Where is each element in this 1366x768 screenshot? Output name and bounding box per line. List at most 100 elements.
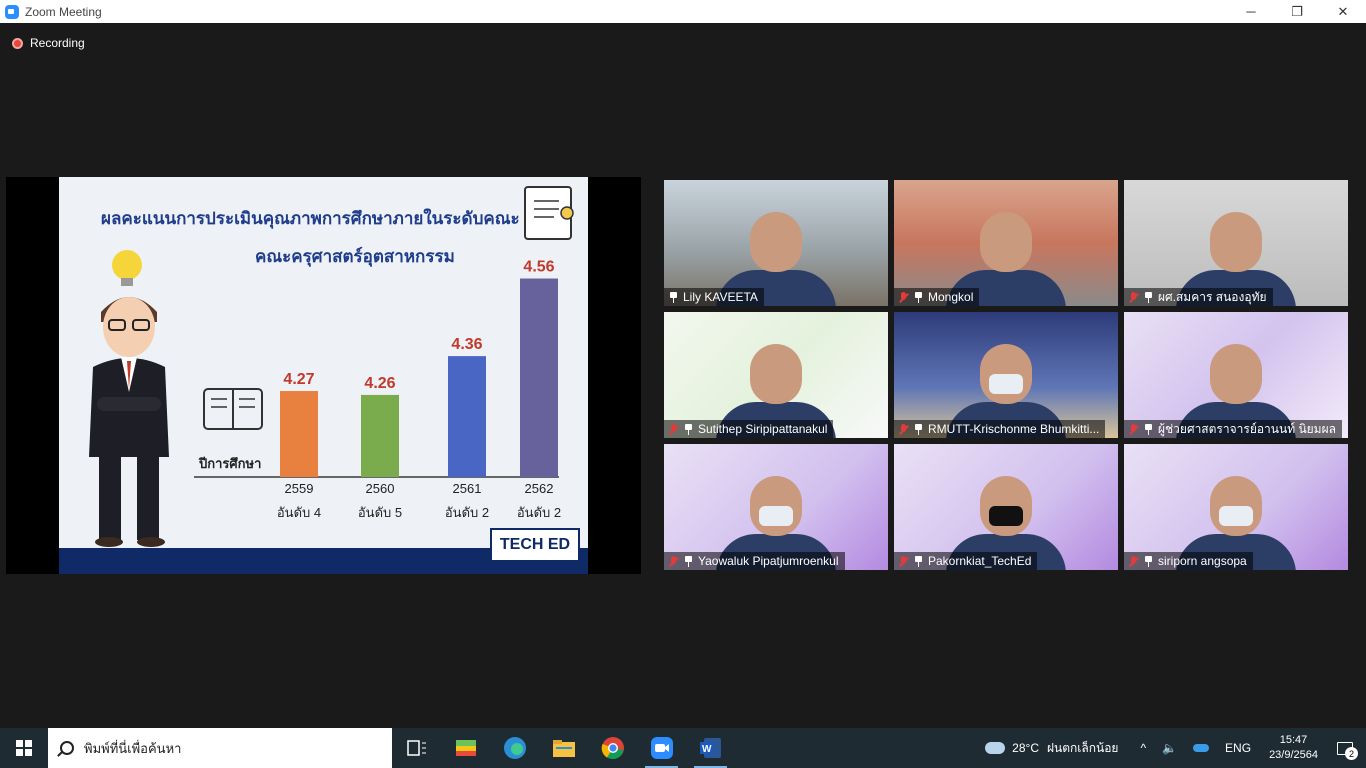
bar-value-label: 4.27: [283, 371, 314, 388]
category-tick-label: 2561: [453, 481, 482, 496]
pin-icon: [913, 423, 924, 435]
slide-title-line2: คณะครุศาสตร์อุตสาหกรรม: [255, 247, 455, 266]
clock-date: 23/9/2564: [1269, 749, 1318, 761]
onedrive-cloud-icon[interactable]: [1193, 744, 1210, 752]
participant-tile[interactable]: Mongkol: [894, 180, 1118, 306]
bar-value-label: 4.56: [523, 259, 554, 276]
bar-2560: [361, 394, 399, 477]
recording-icon: [12, 37, 23, 49]
minimize-button[interactable]: ─: [1228, 0, 1274, 23]
chevron-up-icon[interactable]: ^: [1140, 741, 1146, 755]
bar-2561: [448, 356, 486, 477]
pin-icon: [668, 291, 679, 303]
year-axis-label: ปีการศึกษา: [199, 456, 262, 471]
restore-button[interactable]: ❐: [1274, 0, 1320, 23]
participant-tile[interactable]: ผู้ช่วยศาสตราจารย์อานนท์ นิยมผล: [1124, 312, 1348, 438]
clock-time: 15:47: [1279, 734, 1308, 746]
zoom-icon: [650, 737, 673, 759]
recording-indicator[interactable]: Recording: [12, 36, 85, 50]
volume-icon[interactable]: 🔈: [1162, 741, 1177, 755]
windows-taskbar: พิมพ์ที่นี่เพื่อค้นหา W 28°C ฝนตกเล็กน้อ…: [0, 728, 1366, 768]
participant-name: Sutithep Siripipattanakul: [698, 422, 828, 436]
rank-label: อันดับ 5: [358, 505, 402, 520]
pin-icon: [913, 555, 924, 567]
participant-name: Yaowaluk Pipatjumroenkul: [698, 554, 839, 568]
chrome-icon: [601, 737, 624, 760]
muted-mic-icon: [898, 291, 909, 303]
windows-logo-icon: [16, 740, 32, 756]
window-controls: ─ ❐ ✕: [1228, 0, 1366, 23]
lightbulb-icon: [112, 250, 142, 280]
search-icon: [60, 741, 74, 755]
temperature[interactable]: 28°C: [1012, 741, 1039, 755]
title-bar: Zoom Meeting ─ ❐ ✕: [0, 0, 1366, 23]
participant-nameplate: ผศ.สมคาร สนองอุทัย: [1124, 288, 1273, 306]
muted-mic-icon: [1128, 291, 1139, 303]
language-indicator[interactable]: ENG: [1225, 741, 1251, 755]
participant-tile[interactable]: siriporn angsopa: [1124, 444, 1348, 570]
task-view-button[interactable]: [392, 728, 441, 768]
participant-tile[interactable]: Pakornkiat_TechEd: [894, 444, 1118, 570]
search-placeholder: พิมพ์ที่นี่เพื่อค้นหา: [84, 740, 182, 756]
category-tick-label: 2562: [525, 481, 554, 496]
close-button[interactable]: ✕: [1320, 0, 1366, 23]
rank-label: อันดับ 2: [517, 505, 561, 520]
participant-tile[interactable]: Yaowaluk Pipatjumroenkul: [664, 444, 888, 570]
participant-tile[interactable]: Sutithep Siripipattanakul: [664, 312, 888, 438]
muted-mic-icon: [898, 555, 909, 567]
file-explorer-button[interactable]: [539, 728, 588, 768]
zoom-app-icon: [5, 4, 19, 19]
pin-icon: [1143, 423, 1154, 435]
rank-label: อันดับ 4: [277, 505, 321, 520]
participant-nameplate: Lily KAVEETA: [664, 288, 764, 306]
shared-screen[interactable]: 4.27 2559 อันดับ 4 4.26 2560 อันดับ 5 4.36 2561…: [6, 177, 641, 574]
start-button[interactable]: [0, 728, 48, 768]
participant-name: ผู้ช่วยศาสตราจารย์อานนท์ นิยมผล: [1158, 421, 1336, 436]
weather-text[interactable]: ฝนตกเล็กน้อย: [1047, 739, 1118, 758]
bar-2562: [520, 278, 558, 477]
participant-name: Mongkol: [928, 290, 974, 304]
zoom-app-button[interactable]: [637, 728, 686, 768]
taskbar-apps: W: [392, 728, 735, 768]
bar-2559: [280, 391, 318, 477]
muted-mic-icon: [1128, 555, 1139, 567]
notification-badge: 2: [1345, 747, 1358, 760]
certificate-icon: [524, 186, 574, 240]
participant-name: Pakornkiat_TechEd: [928, 554, 1032, 568]
weather-cloud-icon: [985, 742, 1006, 754]
svg-text:W: W: [702, 744, 712, 755]
bar-value-label: 4.26: [364, 375, 395, 392]
participant-nameplate: RMUTT-Krischonme Bhumkitti...: [894, 420, 1106, 438]
participant-name: RMUTT-Krischonme Bhumkitti...: [928, 422, 1100, 436]
task-view-icon: [406, 740, 426, 756]
system-tray: 28°C ฝนตกเล็กน้อย ^ 🔈 ENG 15:47 23/9/256…: [985, 728, 1366, 768]
chrome-button[interactable]: [588, 728, 637, 768]
participant-tile[interactable]: Lily KAVEETA: [664, 180, 888, 306]
book-icon: [203, 388, 263, 430]
clock[interactable]: 15:47 23/9/2564: [1269, 733, 1318, 763]
participant-name: ผศ.สมคาร สนองอุทัย: [1158, 289, 1267, 304]
participant-tile[interactable]: RMUTT-Krischonme Bhumkitti...: [894, 312, 1118, 438]
taskbar-search[interactable]: พิมพ์ที่นี่เพื่อค้นหา: [48, 728, 392, 768]
tech-ed-logo: TECH ED: [490, 528, 580, 562]
pin-icon: [683, 555, 694, 567]
participant-name: siriporn angsopa: [1158, 554, 1247, 568]
muted-mic-icon: [898, 423, 909, 435]
edge-browser-button[interactable]: [490, 728, 539, 768]
window-title: Zoom Meeting: [25, 4, 102, 19]
muted-mic-icon: [668, 423, 679, 435]
slide-title-line1: ผลคะแนนการประเมินคุณภาพการศึกษาภายในระดั…: [101, 209, 520, 228]
participant-nameplate: Sutithep Siripipattanakul: [664, 420, 834, 438]
word-app-button[interactable]: W: [686, 728, 735, 768]
stacks-app-button[interactable]: [441, 728, 490, 768]
folder-icon: [552, 740, 575, 757]
pin-icon: [1143, 555, 1154, 567]
bar-value-label: 4.36: [451, 336, 482, 353]
category-tick-label: 2560: [366, 481, 395, 496]
bar-chart: 4.27 2559 อันดับ 4 4.26 2560 อันดับ 5 4.36 2561…: [89, 186, 574, 547]
notification-center-button[interactable]: 2: [1330, 728, 1360, 768]
businessman-illustration: [89, 297, 169, 547]
pin-icon: [913, 291, 924, 303]
participant-name: Lily KAVEETA: [683, 290, 758, 304]
participant-tile[interactable]: ผศ.สมคาร สนองอุทัย: [1124, 180, 1348, 306]
